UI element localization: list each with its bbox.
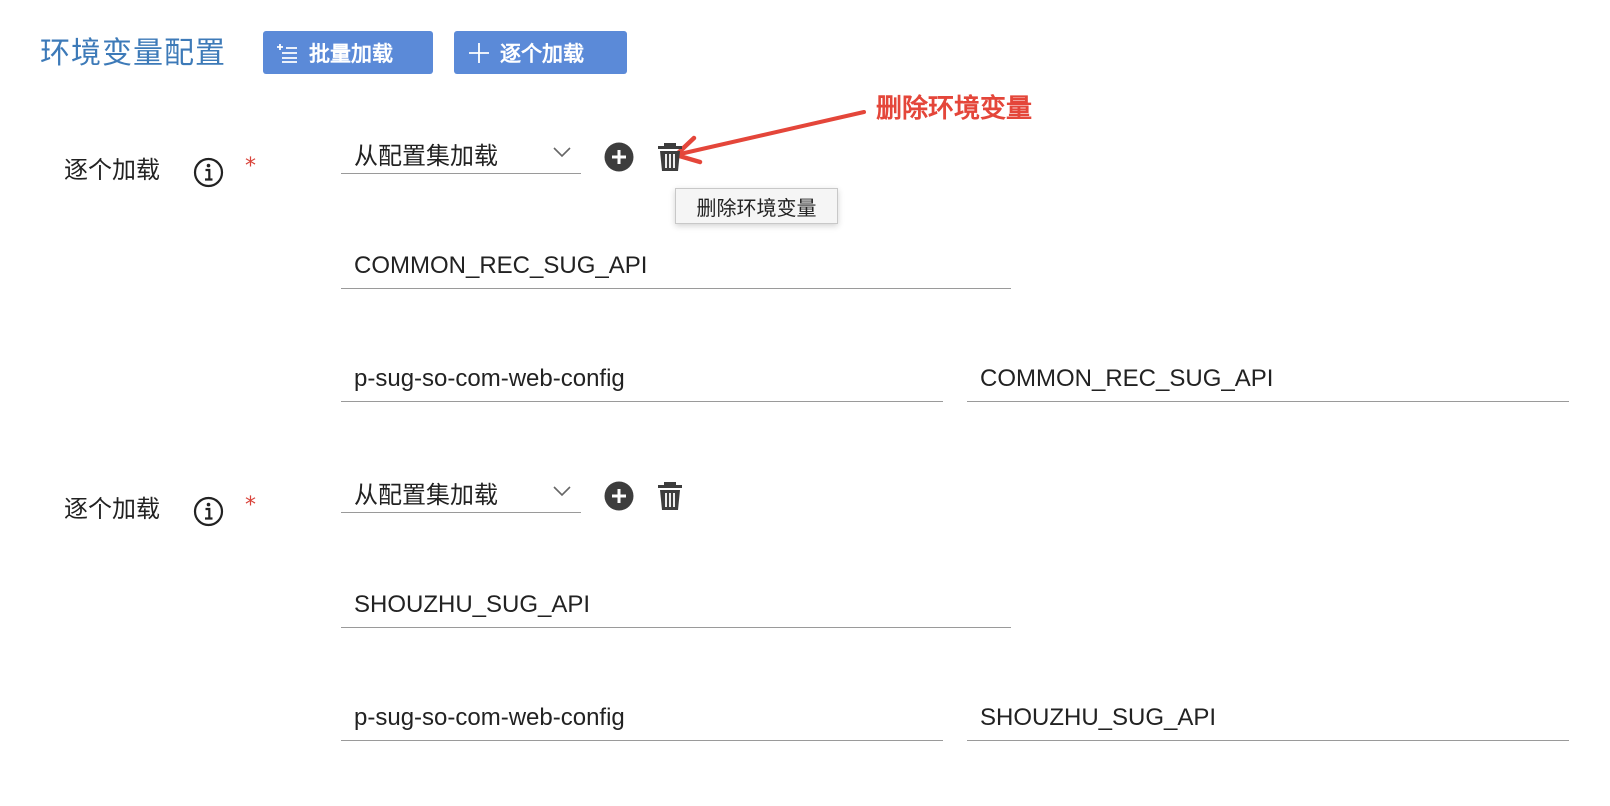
config-key-field[interactable] (967, 362, 1569, 402)
single-load-button[interactable]: 逐个加载 (454, 31, 627, 74)
source-select-value: 从配置集加载 (354, 142, 498, 170)
entry-label: 逐个加载 (64, 156, 160, 184)
section-title: 环境变量配置 (40, 36, 226, 71)
single-load-label: 逐个加载 (500, 41, 584, 66)
entry-label: 逐个加载 (64, 495, 160, 523)
trash-icon[interactable] (655, 480, 685, 510)
required-mark: * (245, 154, 256, 179)
info-icon[interactable] (193, 157, 224, 188)
config-set-field[interactable] (341, 362, 943, 402)
source-select-value: 从配置集加载 (354, 481, 498, 509)
batch-load-label: 批量加载 (309, 41, 393, 66)
add-circle-icon[interactable] (604, 142, 634, 172)
config-set-field[interactable] (341, 701, 943, 741)
add-circle-icon[interactable] (604, 481, 634, 511)
env-name-input[interactable] (354, 252, 1004, 280)
annotation-text: 删除环境变量 (876, 94, 1033, 124)
info-icon[interactable] (193, 496, 224, 527)
config-key-field[interactable] (967, 701, 1569, 741)
list-add-icon (277, 43, 297, 63)
plus-icon (469, 42, 489, 63)
config-set-input[interactable] (354, 365, 936, 393)
env-name-input[interactable] (354, 591, 1004, 619)
batch-load-button[interactable]: 批量加载 (263, 31, 433, 74)
config-set-input[interactable] (354, 704, 936, 732)
env-name-field[interactable] (341, 588, 1011, 628)
chevron-down-icon (553, 147, 571, 158)
annotation-arrow-icon (673, 110, 866, 165)
env-name-field[interactable] (341, 249, 1011, 289)
source-select[interactable]: 从配置集加载 (341, 134, 581, 174)
chevron-down-icon (553, 486, 571, 497)
delete-tooltip: 删除环境变量 (675, 188, 838, 224)
source-select[interactable]: 从配置集加载 (341, 473, 581, 513)
required-mark: * (245, 493, 256, 518)
config-key-input[interactable] (980, 704, 1562, 732)
config-key-input[interactable] (980, 365, 1562, 393)
trash-icon[interactable] (655, 141, 685, 171)
